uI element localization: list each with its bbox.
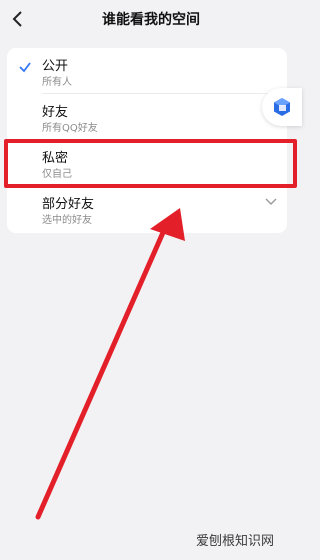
watermark: 爱刨根知识网 xyxy=(196,530,274,549)
watermark-text: 爱刨根知识网 xyxy=(196,534,275,549)
red-pointer-arrow xyxy=(35,208,185,520)
